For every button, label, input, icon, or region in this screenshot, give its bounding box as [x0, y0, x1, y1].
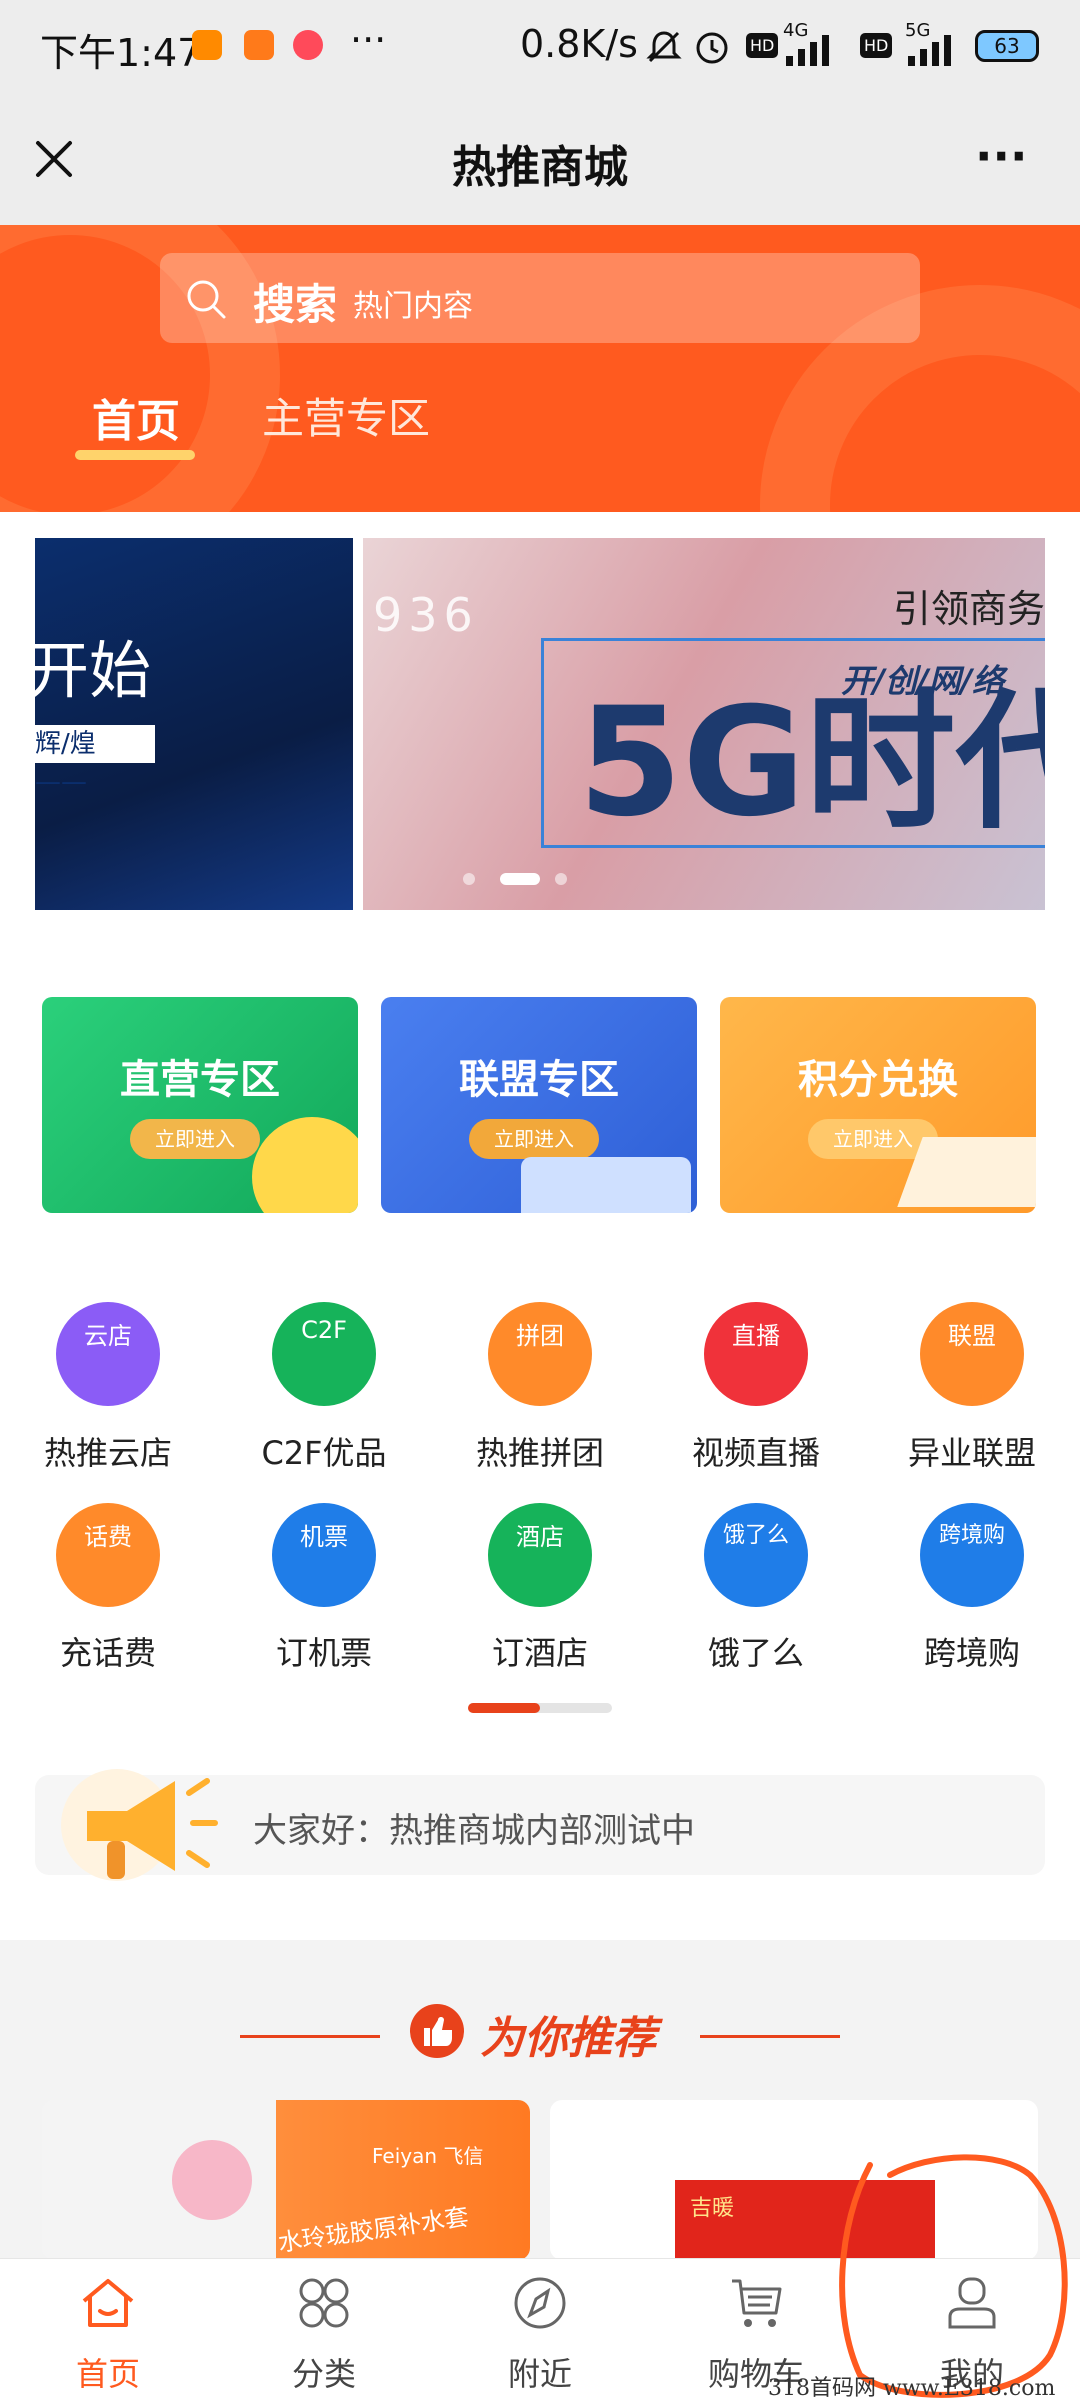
grid-label-alliance[interactable]: 异业联盟	[882, 1428, 1062, 1474]
product-2-brand: 吉暖	[690, 2196, 735, 2221]
grid-label-flight[interactable]: 订机票	[234, 1628, 414, 1674]
tab-active-indicator	[75, 450, 195, 460]
search-label: 搜索	[253, 280, 338, 329]
ticket-illustration-icon	[897, 1137, 1036, 1207]
zone-points-title: 积分兑换	[798, 1057, 958, 1103]
live-icon[interactable]: 直播	[704, 1302, 808, 1406]
desk-illustration-icon	[521, 1157, 691, 1213]
zone-direct-enter-button[interactable]: 立即进入	[130, 1119, 260, 1159]
zone-direct-title: 直营专区	[120, 1057, 280, 1103]
grid-label-eleme[interactable]: 饿了么	[666, 1628, 846, 1674]
signal-bars-icon	[786, 35, 829, 66]
coin-icon	[252, 1117, 358, 1213]
product-card-1[interactable]: Feiyan 飞信 水玲珑胶原补水套	[42, 2100, 530, 2260]
banner-left-subtitle: 辉/煌 ——	[35, 725, 155, 797]
page-title: 热推商城	[452, 142, 628, 193]
carousel-dot-active[interactable]	[500, 873, 540, 885]
more-options-button[interactable]: ···	[975, 129, 1027, 183]
notification-618-icon	[293, 30, 323, 60]
product-1-name: 水玲珑胶原补水套	[276, 2202, 471, 2258]
tabbar-category[interactable]: 分类	[216, 2259, 432, 2400]
recommend-divider-right	[700, 2035, 840, 2038]
tab-home[interactable]: 首页	[92, 385, 180, 449]
tabbar-category-label: 分类	[291, 2355, 356, 2393]
signal-bars-2-icon	[908, 35, 951, 66]
zone-alliance-enter-button[interactable]: 立即进入	[469, 1119, 599, 1159]
home-icon	[82, 2279, 134, 2327]
carousel-dot[interactable]	[463, 873, 475, 885]
group-buy-icon[interactable]: 拼团	[488, 1302, 592, 1406]
tabbar-nearby-label: 附近	[507, 2355, 572, 2393]
mute-icon	[646, 31, 682, 63]
announcement-text: 大家好：热推商城内部测试中	[253, 1811, 695, 1851]
cross-border-icon[interactable]: 跨境购	[920, 1503, 1024, 1607]
banner-headline: 引领商务	[893, 587, 1045, 631]
nav-bar: 热推商城 ···	[0, 95, 1080, 225]
status-time: 下午1:47	[40, 31, 202, 75]
flower-image	[172, 2140, 252, 2220]
tabbar-home-label: 首页	[75, 2355, 140, 2393]
banner-carousel[interactable]: 开始 辉/煌 —— 936 引领商务 开/创/网/络 5G时代	[35, 538, 1045, 910]
alliance-icon[interactable]: 联盟	[920, 1302, 1024, 1406]
recommend-title: 为你推荐	[480, 2013, 656, 2064]
cart-icon	[732, 2279, 782, 2327]
notification-squirrel-icon	[244, 30, 274, 60]
banner-bg-digits: 936	[373, 588, 479, 642]
grid-page-indicator-active	[468, 1703, 540, 1713]
zone-direct[interactable]: 直营专区 立即进入	[42, 997, 358, 1213]
search-bar[interactable]: 搜索 热门内容	[160, 253, 920, 343]
announcement-bar[interactable]: 大家好：热推商城内部测试中	[35, 1769, 1045, 1881]
hd-badge-1: HD	[746, 33, 779, 58]
net-speed: 0.8K/s	[520, 22, 638, 66]
c2f-icon[interactable]: C2F	[272, 1302, 376, 1406]
banner-5g-title: 5G时代	[578, 676, 1045, 850]
status-bar: 下午1:47 ··· 0.8K/s HD 4G HD 5G 63	[0, 0, 1080, 95]
banner-slide-previous[interactable]: 开始 辉/煌 ——	[35, 538, 353, 910]
zone-points[interactable]: 积分兑换 立即进入	[720, 997, 1036, 1213]
tabbar-nearby[interactable]: 附近	[432, 2259, 648, 2400]
hd-badge-2: HD	[860, 33, 893, 58]
recommend-divider-left	[240, 2035, 380, 2038]
grid-page-indicator	[468, 1703, 612, 1713]
thumbs-up-icon	[410, 2004, 464, 2058]
status-more-dots: ···	[350, 18, 387, 62]
category-icon	[299, 2278, 349, 2328]
banner-left-title: 开始	[35, 634, 152, 707]
grid-label-group-buy[interactable]: 热推拼团	[450, 1428, 630, 1474]
phone-bill-icon[interactable]: 话费	[56, 1503, 160, 1607]
compass-icon	[514, 2277, 566, 2329]
hotel-icon[interactable]: 酒店	[488, 1503, 592, 1607]
carousel-dot[interactable]	[555, 873, 567, 885]
store-icon[interactable]: 云店	[56, 1302, 160, 1406]
header-banner: 搜索 热门内容 首页 主营专区	[0, 225, 1080, 512]
battery-indicator: 63	[975, 30, 1039, 62]
grid-label-c2f[interactable]: C2F优品	[234, 1428, 414, 1474]
zone-alliance[interactable]: 联盟专区 立即进入	[381, 997, 697, 1213]
banner-slide-5g[interactable]: 936 引领商务 开/创/网/络 5G时代	[363, 538, 1045, 910]
grid-label-hotel[interactable]: 订酒店	[450, 1628, 630, 1674]
search-placeholder: 热门内容	[353, 289, 473, 324]
megaphone-icon	[61, 1769, 218, 1881]
tab-main-business[interactable]: 主营专区	[262, 385, 430, 446]
search-icon	[187, 280, 226, 319]
zone-alliance-title: 联盟专区	[459, 1057, 619, 1103]
grid-label-cross-border[interactable]: 跨境购	[882, 1628, 1062, 1674]
annotation-circle-mark	[839, 2154, 1068, 2398]
grid-label-cloud-store[interactable]: 热推云店	[18, 1428, 198, 1474]
grid-label-live[interactable]: 视频直播	[666, 1428, 846, 1474]
notification-app-icon	[192, 30, 222, 60]
grid-label-phone-bill[interactable]: 充话费	[18, 1628, 198, 1674]
product-1-brand: Feiyan 飞信	[372, 2144, 484, 2168]
watermark-text: 318首码网 www.E318.com	[768, 2376, 1056, 2400]
alarm-icon	[696, 32, 728, 64]
airplane-icon[interactable]: 机票	[272, 1503, 376, 1607]
tabbar-home[interactable]: 首页	[0, 2259, 216, 2400]
eleme-icon[interactable]: 饿了么	[704, 1503, 808, 1607]
